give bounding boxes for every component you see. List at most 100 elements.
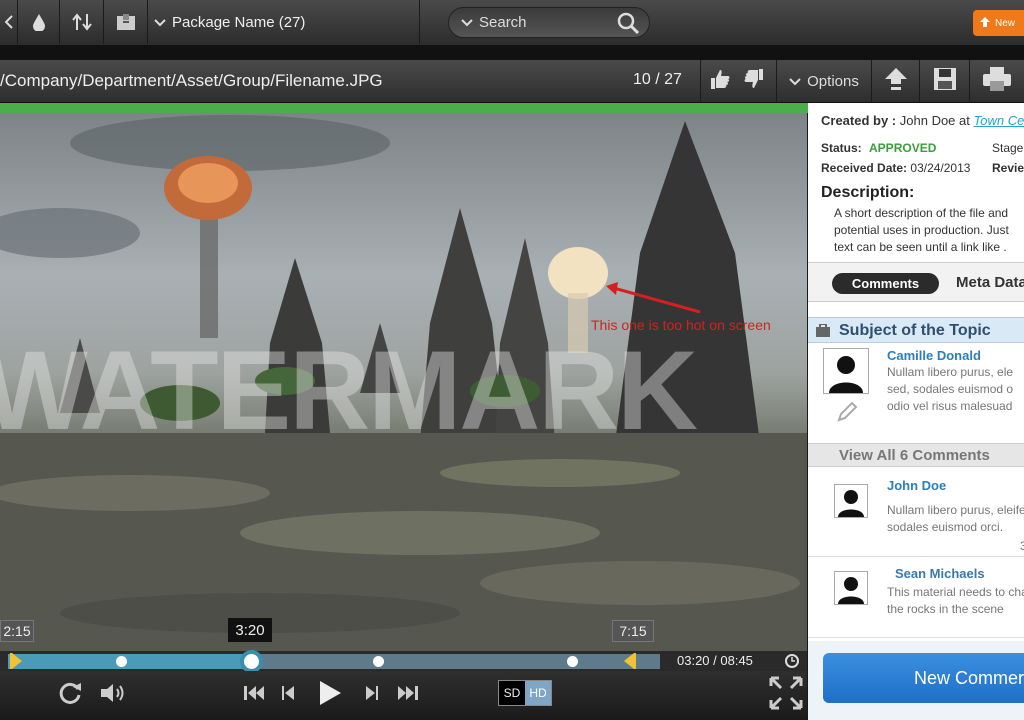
printer-icon <box>982 66 1012 97</box>
comment-text: Nullam libero purus, eleife sodales euis… <box>887 502 1024 536</box>
comment-line: the rocks in the scene <box>887 602 1004 616</box>
new-button[interactable]: New <box>973 10 1024 36</box>
box-icon[interactable] <box>104 0 148 44</box>
save-button[interactable] <box>919 60 969 103</box>
description-line: potential uses in production. Just <box>834 223 1009 237</box>
comment-line: Nullam libero purus, ele <box>887 365 1014 379</box>
stage-label: Stage <box>992 141 1024 155</box>
chevron-down-icon <box>789 73 801 90</box>
details-panel: Created by : John Doe at Town Ce Status:… <box>808 103 1024 720</box>
package-label: Package Name (27) <box>172 13 306 31</box>
sort-arrows-icon[interactable] <box>60 0 104 44</box>
tab-meta-data[interactable]: Meta Data <box>956 274 1024 291</box>
new-comment-button[interactable]: New Commer <box>823 653 1024 703</box>
file-path: /Company/Department/Asset/Group/Filename… <box>0 71 383 90</box>
in-marker-handle[interactable] <box>8 652 24 670</box>
volume-icon[interactable] <box>98 679 130 707</box>
created-by-row: Created by : John Doe at Town Ce <box>821 113 1024 128</box>
comment-text: Nullam libero purus, ele sed, sodales eu… <box>887 364 1013 415</box>
thumbs-down-button[interactable] <box>736 60 772 103</box>
received-row: Received Date: 03/24/2013 <box>821 161 970 175</box>
description-line: text can be seen until a link like . <box>834 240 1007 254</box>
playback-controls: SD HD <box>0 671 807 717</box>
thumbs-up-icon <box>709 68 731 95</box>
briefcase-icon <box>816 323 830 342</box>
step-forward-icon[interactable] <box>361 682 381 704</box>
comment-author[interactable]: Camille Donald <box>887 348 981 363</box>
file-counter: 10 / 27 <box>633 71 682 88</box>
search-placeholder: Search <box>479 14 527 31</box>
in-marker-label: 2:15 <box>0 620 34 642</box>
comment-item: Sean Michaels This material needs to cha… <box>808 558 1024 638</box>
comment-line: sed, sodales euismod o <box>887 382 1014 396</box>
sd-button[interactable]: SD <box>499 681 525 705</box>
status-value: APPROVED <box>869 141 937 155</box>
comment-line: odio vel risus malesuad <box>887 399 1013 413</box>
timeline[interactable]: 03:20 / 08:45 <box>0 650 807 673</box>
topic-header[interactable]: Subject of the Topic <box>808 317 1024 343</box>
tab-comments[interactable]: Comments <box>832 273 939 294</box>
hd-button[interactable]: HD <box>525 681 551 705</box>
image-viewer[interactable]: WATERMARK This one is too hot on screen … <box>0 113 807 653</box>
comment-author[interactable]: Sean Michaels <box>895 566 985 581</box>
chevron-down-icon <box>461 14 473 31</box>
new-comment-area: New Commer <box>808 641 1024 720</box>
comment-meta: 3 <box>1020 539 1024 553</box>
upload-arrow-icon <box>883 66 909 97</box>
location-link[interactable]: Town Ce <box>974 113 1024 128</box>
package-dropdown[interactable]: Package Name (27) <box>150 0 420 44</box>
play-icon[interactable] <box>316 679 344 707</box>
watermark: WATERMARK <box>0 328 698 453</box>
comment-line: This material needs to cha <box>887 585 1024 599</box>
time-readout: 03:20 / 08:45 <box>677 653 753 668</box>
playhead-handle[interactable] <box>240 650 263 673</box>
quality-toggle[interactable]: SD HD <box>498 680 552 706</box>
skip-to-end-icon[interactable] <box>396 682 420 704</box>
divider <box>0 46 1024 60</box>
chevron-down-icon <box>154 14 166 31</box>
step-back-icon[interactable] <box>279 682 299 704</box>
thumbs-up-button[interactable] <box>700 60 738 103</box>
loop-icon[interactable] <box>56 679 84 707</box>
new-button-label: New <box>995 17 1016 29</box>
edit-pencil-icon[interactable] <box>836 401 858 428</box>
view-all-comments-button[interactable]: View All 6 Comments <box>808 443 1024 467</box>
options-dropdown[interactable]: Options <box>776 60 871 103</box>
timeline-dot[interactable] <box>116 656 127 667</box>
comment-text: This material needs to cha the rocks in … <box>887 584 1024 618</box>
topic-title: Subject of the Topic <box>839 322 991 339</box>
avatar <box>834 484 868 518</box>
fullscreen-icon[interactable] <box>768 675 804 711</box>
upload-button[interactable] <box>871 60 919 103</box>
skip-to-start-icon[interactable] <box>242 682 266 704</box>
drop-icon[interactable] <box>18 0 60 44</box>
comment-author[interactable]: John Doe <box>887 478 946 493</box>
new-comment-label: New Commer <box>914 668 1024 688</box>
status-label: Status: <box>821 141 862 155</box>
received-label: Received Date: <box>821 161 908 175</box>
out-marker-label: 7:15 <box>612 620 654 642</box>
comment-line: sodales euismod orci. <box>887 520 1004 534</box>
annotation-arrow <box>606 282 701 314</box>
print-button[interactable] <box>969 60 1024 103</box>
approval-bar <box>0 103 808 113</box>
created-by-name: John Doe at <box>899 113 970 128</box>
received-value: 03/24/2013 <box>910 161 971 175</box>
comment-line: Nullam libero purus, eleife <box>887 503 1024 517</box>
description-title: Description: <box>821 184 915 201</box>
timeline-dot[interactable] <box>373 656 384 667</box>
search-icon[interactable] <box>617 12 640 38</box>
timeline-dot[interactable] <box>567 656 578 667</box>
avatar <box>823 348 869 394</box>
annotation-text: This one is too hot on screen <box>591 317 771 333</box>
avatar <box>834 571 868 605</box>
panel-tabs: Comments Meta Data <box>808 262 1024 302</box>
floppy-disk-icon <box>932 66 958 97</box>
options-label: Options <box>807 73 859 90</box>
review-label: Revie <box>992 161 1024 175</box>
chevron-left-icon[interactable] <box>0 0 18 44</box>
timeline-progress <box>8 654 251 669</box>
description-line: A short description of the file and <box>834 206 1009 220</box>
out-marker-handle[interactable] <box>622 652 638 670</box>
search-input[interactable]: Search <box>448 7 650 38</box>
